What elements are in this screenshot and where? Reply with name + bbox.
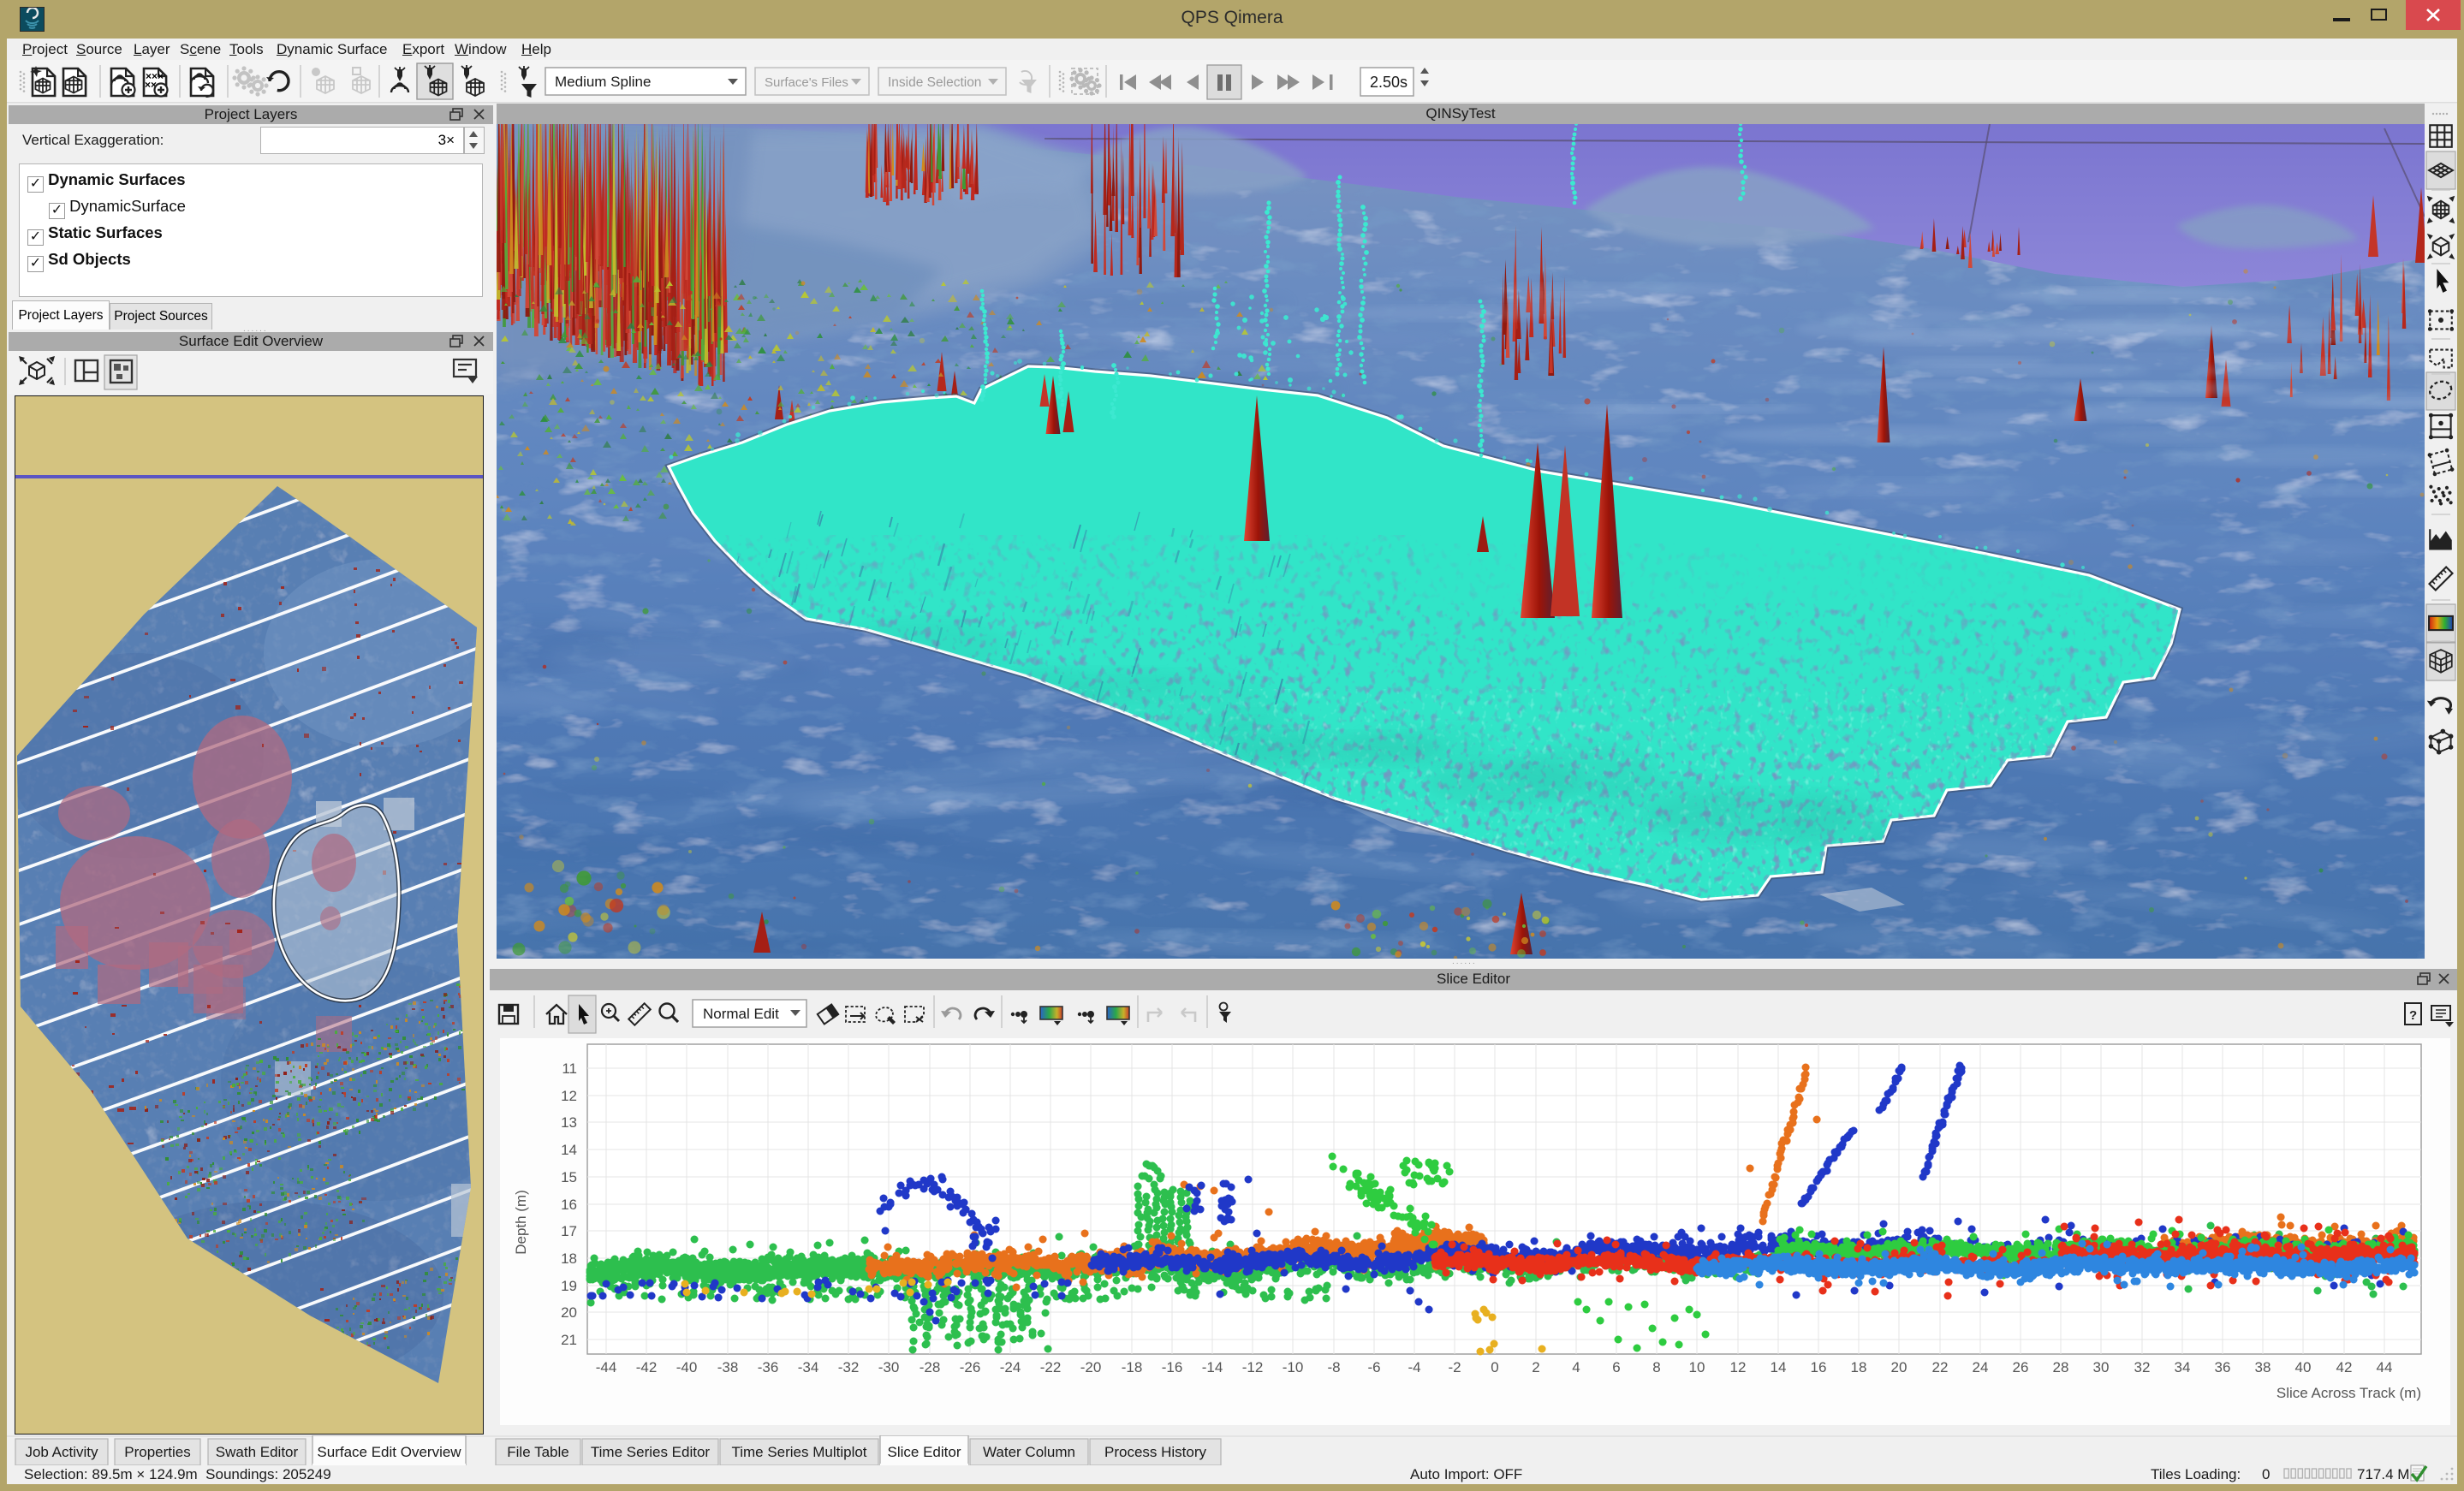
svg-text:Process History: Process History (1104, 1444, 1207, 1460)
svg-text:-2: -2 (1448, 1359, 1461, 1375)
svg-text:Surface's Files: Surface's Files (765, 75, 848, 90)
svg-text:Inside Selection: Inside Selection (888, 75, 981, 90)
svg-text:38: 38 (2255, 1359, 2271, 1375)
svg-text:26: 26 (2013, 1359, 2029, 1375)
svg-text:File Table: File Table (507, 1444, 568, 1460)
svg-text:Medium Spline: Medium Spline (555, 74, 651, 90)
svg-text:Job Activity: Job Activity (25, 1444, 98, 1460)
svg-text:Swath Editor: Swath Editor (216, 1444, 299, 1460)
svg-text:-22: -22 (1040, 1359, 1062, 1375)
svg-text:16: 16 (1811, 1359, 1827, 1375)
svg-text:2: 2 (1532, 1359, 1539, 1375)
svg-text:?: ? (2409, 1008, 2417, 1023)
svg-text:-14: -14 (1202, 1359, 1223, 1375)
svg-text:44: 44 (2377, 1359, 2393, 1375)
svg-text:-20: -20 (1080, 1359, 1102, 1375)
svg-text:18: 18 (561, 1250, 577, 1267)
svg-text:10: 10 (1689, 1359, 1705, 1375)
svg-text:30: 30 (2093, 1359, 2110, 1375)
svg-text:-30: -30 (878, 1359, 900, 1375)
svg-text:Normal Edit: Normal Edit (703, 1006, 779, 1022)
svg-text:Properties: Properties (124, 1444, 190, 1460)
svg-text:14: 14 (1771, 1359, 1787, 1375)
svg-text:16: 16 (561, 1197, 577, 1213)
svg-text:Surface Edit Overview: Surface Edit Overview (317, 1444, 461, 1460)
svg-text:-40: -40 (676, 1359, 698, 1375)
svg-text:Slice Across Track (m): Slice Across Track (m) (2277, 1385, 2421, 1401)
svg-text:-32: -32 (838, 1359, 860, 1375)
svg-text:18: 18 (1851, 1359, 1867, 1375)
svg-text:14: 14 (561, 1142, 577, 1158)
svg-text:Depth (m): Depth (m) (513, 1190, 529, 1255)
svg-text:34: 34 (2175, 1359, 2191, 1375)
svg-text:-36: -36 (758, 1359, 779, 1375)
svg-text:40: 40 (2295, 1359, 2312, 1375)
svg-text:-38: -38 (717, 1359, 739, 1375)
svg-text:-24: -24 (1000, 1359, 1021, 1375)
svg-text:36: 36 (2215, 1359, 2231, 1375)
svg-text:19: 19 (561, 1278, 577, 1294)
svg-text:4: 4 (1572, 1359, 1580, 1375)
svg-text:-6: -6 (1367, 1359, 1380, 1375)
svg-text:42: 42 (2336, 1359, 2353, 1375)
svg-text:-42: -42 (636, 1359, 658, 1375)
svg-text:-4: -4 (1408, 1359, 1420, 1375)
svg-text:11: 11 (562, 1060, 577, 1077)
svg-text:8: 8 (1652, 1359, 1660, 1375)
svg-text:Slice Editor: Slice Editor (888, 1444, 961, 1460)
svg-text:-16: -16 (1162, 1359, 1183, 1375)
svg-text:12: 12 (561, 1088, 577, 1104)
svg-text:-44: -44 (596, 1359, 617, 1375)
svg-text:21: 21 (561, 1332, 577, 1348)
svg-text:Time Series Editor: Time Series Editor (591, 1444, 711, 1460)
svg-text:Time Series Multiplot: Time Series Multiplot (731, 1444, 866, 1460)
svg-text:-28: -28 (920, 1359, 941, 1375)
svg-text:28: 28 (2053, 1359, 2069, 1375)
svg-text:15: 15 (561, 1169, 577, 1185)
svg-text:24: 24 (1973, 1359, 1989, 1375)
svg-text:-34: -34 (798, 1359, 819, 1375)
svg-text:12: 12 (1730, 1359, 1747, 1375)
svg-text:13: 13 (561, 1114, 577, 1131)
svg-text:22: 22 (1932, 1359, 1949, 1375)
svg-text:Water Column: Water Column (983, 1444, 1075, 1460)
svg-text:0: 0 (1491, 1359, 1498, 1375)
svg-text:32: 32 (2134, 1359, 2151, 1375)
svg-text:-18: -18 (1122, 1359, 1143, 1375)
svg-text:17: 17 (561, 1223, 577, 1239)
svg-text:-26: -26 (960, 1359, 981, 1375)
svg-text:20: 20 (1891, 1359, 1908, 1375)
svg-text:20: 20 (561, 1304, 577, 1321)
svg-text:-8: -8 (1327, 1359, 1340, 1375)
svg-text:-10: -10 (1283, 1359, 1304, 1375)
svg-text:6: 6 (1612, 1359, 1620, 1375)
svg-text:2.50s: 2.50s (1370, 74, 1408, 91)
svg-text:-12: -12 (1242, 1359, 1264, 1375)
